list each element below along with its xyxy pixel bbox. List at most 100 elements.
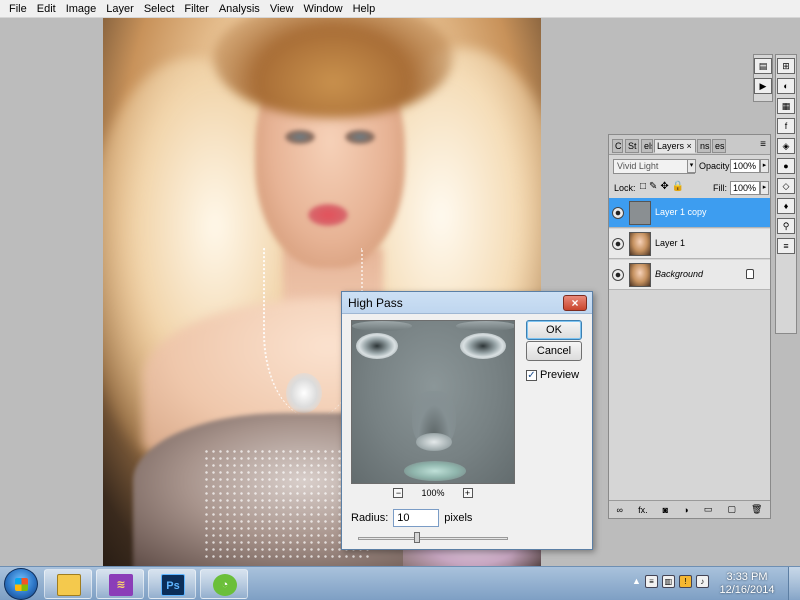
clock[interactable]: 3:33 PM 12/16/2014 bbox=[712, 571, 782, 597]
masks-icon[interactable]: ● bbox=[777, 158, 795, 174]
navigator-icon[interactable]: ⊞ bbox=[777, 58, 795, 74]
books-icon: ≋ bbox=[109, 574, 133, 596]
menu-help[interactable]: Help bbox=[348, 0, 381, 18]
opacity-label: Opacity: bbox=[699, 161, 733, 171]
preview-checkbox-row[interactable]: ✓ Preview bbox=[526, 369, 579, 381]
blend-mode-select[interactable]: Vivid Light bbox=[613, 159, 695, 174]
preview-brow-left bbox=[352, 321, 412, 331]
history-icon[interactable]: ▤ bbox=[754, 58, 772, 74]
menu-view[interactable]: View bbox=[265, 0, 299, 18]
preview-nose-tip bbox=[416, 433, 452, 451]
photo-pendant bbox=[286, 373, 322, 413]
menu-bar: File Edit Image Layer Select Filter Anal… bbox=[0, 0, 800, 18]
layer-row-layer-1-copy[interactable]: Layer 1 copy bbox=[609, 198, 770, 228]
info-icon[interactable]: ≡ bbox=[777, 238, 795, 254]
menu-analysis[interactable]: Analysis bbox=[214, 0, 265, 18]
swatches-icon[interactable]: ▦ bbox=[777, 98, 795, 114]
tray-alert-icon[interactable]: ! bbox=[678, 575, 692, 588]
preview-eye-right bbox=[460, 333, 506, 359]
opacity-slider-arrow-icon[interactable]: ▸ bbox=[760, 159, 769, 173]
trash-icon[interactable]: 🗑 bbox=[751, 504, 762, 515]
tab-styles[interactable]: St bbox=[625, 139, 639, 153]
photo-lips bbox=[308, 204, 348, 226]
radius-slider-thumb[interactable] bbox=[414, 532, 420, 543]
tab-channels[interactable]: C bbox=[612, 139, 623, 153]
mask-icon[interactable]: ◙ bbox=[663, 505, 668, 515]
adjustments-icon[interactable]: ◈ bbox=[777, 138, 795, 154]
layer-row-background[interactable]: Background bbox=[609, 260, 770, 290]
close-button[interactable]: × bbox=[563, 295, 587, 311]
styles-icon[interactable]: f bbox=[777, 118, 795, 134]
brushes-icon[interactable]: ♦ bbox=[777, 198, 795, 214]
green-app-icon: ◔ bbox=[213, 574, 237, 596]
color-icon[interactable]: ◐ bbox=[777, 78, 795, 94]
lock-options-icons[interactable]: □✎✥🔒 bbox=[640, 181, 687, 192]
preview-mouth bbox=[404, 461, 466, 481]
preview-brow-right bbox=[456, 321, 514, 331]
link-icon[interactable]: ∞ bbox=[617, 505, 623, 515]
preview-label: Preview bbox=[540, 369, 580, 381]
cancel-button[interactable]: Cancel bbox=[526, 341, 582, 361]
visibility-eye-icon[interactable] bbox=[612, 207, 624, 219]
fx-icon[interactable]: fx. bbox=[638, 505, 648, 515]
tab-paths[interactable]: es bbox=[712, 139, 726, 153]
radius-input[interactable] bbox=[393, 509, 440, 527]
menu-file[interactable]: File bbox=[4, 0, 32, 18]
panel-menu-icon[interactable]: ≡ bbox=[760, 139, 766, 150]
tray-app-icon[interactable]: ≡ bbox=[644, 575, 658, 588]
preview-checkbox[interactable]: ✓ bbox=[526, 369, 537, 381]
layer-thumbnail bbox=[629, 232, 651, 256]
tray-network-icon[interactable]: ▥ bbox=[661, 575, 675, 588]
start-button[interactable] bbox=[4, 568, 38, 600]
layer-row-layer-1[interactable]: Layer 1 bbox=[609, 229, 770, 259]
blend-mode-chevron-icon[interactable]: ▾ bbox=[687, 159, 696, 173]
lock-label: Lock: bbox=[614, 183, 636, 193]
photoshop-icon: Ps bbox=[161, 574, 185, 596]
adjustment-icon[interactable]: ◑ bbox=[683, 505, 688, 515]
zoom-in-button[interactable]: + bbox=[462, 488, 473, 498]
zoom-out-button[interactable]: − bbox=[393, 488, 404, 498]
radius-slider-track[interactable] bbox=[358, 537, 508, 540]
show-desktop-button[interactable] bbox=[788, 567, 800, 600]
photo-eye-left bbox=[285, 130, 315, 144]
tray-expand-icon[interactable]: ▲ bbox=[632, 575, 641, 588]
panel-tabbar: C St els Layers × ns es ≡ bbox=[609, 135, 770, 155]
preview-zoom-row: − 100% + bbox=[351, 486, 515, 500]
preview-eye-left bbox=[356, 333, 398, 359]
fill-input[interactable]: 100% bbox=[730, 181, 760, 195]
tab-actions[interactable]: ns bbox=[697, 139, 711, 153]
new-layer-icon[interactable]: ▢ bbox=[727, 504, 736, 515]
visibility-eye-icon[interactable] bbox=[612, 238, 624, 250]
visibility-eye-icon[interactable] bbox=[612, 269, 624, 281]
dialog-titlebar[interactable]: High Pass × bbox=[342, 292, 592, 314]
opacity-input[interactable]: 100% bbox=[730, 159, 760, 173]
layer-name: Layer 1 bbox=[655, 238, 686, 248]
taskbar-explorer[interactable] bbox=[44, 569, 92, 599]
layer-name: Background bbox=[655, 269, 704, 279]
clock-time: 3:33 PM bbox=[726, 571, 768, 583]
menu-image[interactable]: Image bbox=[61, 0, 102, 18]
menu-select[interactable]: Select bbox=[139, 0, 180, 18]
paths-icon[interactable]: ◇ bbox=[777, 178, 795, 194]
folder-icon[interactable]: ▭ bbox=[704, 504, 713, 515]
fill-slider-arrow-icon[interactable]: ▸ bbox=[760, 181, 769, 195]
folder-icon bbox=[57, 574, 81, 596]
actions-icon[interactable]: ▶ bbox=[754, 78, 772, 94]
tray-volume-icon[interactable]: ♪ bbox=[695, 575, 709, 588]
dialog-title: High Pass bbox=[348, 296, 403, 310]
ok-button[interactable]: OK bbox=[526, 320, 582, 340]
tab-layers[interactable]: Layers × bbox=[654, 139, 696, 153]
taskbar-green-app[interactable]: ◔ bbox=[200, 569, 248, 599]
menu-filter[interactable]: Filter bbox=[179, 0, 213, 18]
menu-edit[interactable]: Edit bbox=[32, 0, 61, 18]
dock-column-small: ▤ ▶ bbox=[753, 54, 773, 102]
fill-label: Fill: bbox=[713, 183, 727, 193]
taskbar-photoshop[interactable]: Ps bbox=[148, 569, 196, 599]
filter-preview[interactable] bbox=[351, 320, 515, 484]
menu-window[interactable]: Window bbox=[298, 0, 347, 18]
tab-panels[interactable]: els bbox=[641, 139, 653, 153]
high-pass-dialog: High Pass × − 100% + OK Cancel ✓ Preview… bbox=[341, 291, 593, 550]
taskbar-library[interactable]: ≋ bbox=[96, 569, 144, 599]
menu-layer[interactable]: Layer bbox=[101, 0, 139, 18]
clone-source-icon[interactable]: ⚲ bbox=[777, 218, 795, 234]
